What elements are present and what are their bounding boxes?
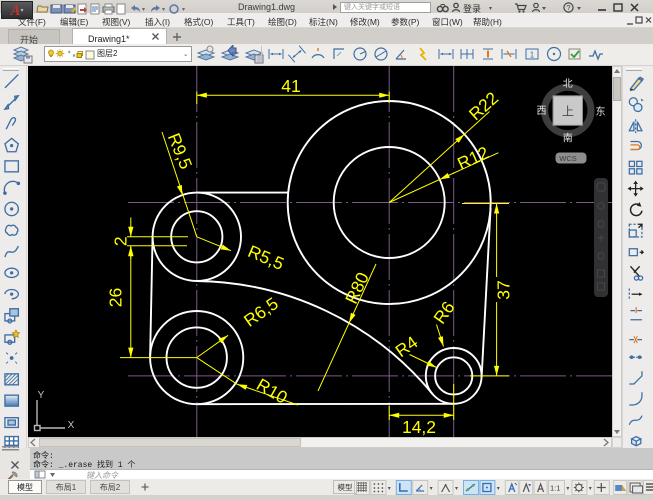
svg-text:1:1: 1:1: [550, 484, 560, 493]
svg-text:▾: ▾: [388, 486, 391, 492]
svg-text:WCS: WCS: [559, 154, 577, 163]
svg-text:▾: ▾: [566, 486, 569, 492]
svg-text:▾: ▾: [455, 486, 458, 492]
svg-text:37: 37: [494, 280, 514, 299]
svg-text:2: 2: [110, 236, 130, 246]
svg-text:1: 1: [530, 51, 535, 60]
svg-text:▾: ▾: [430, 486, 433, 492]
svg-text:41: 41: [281, 76, 300, 96]
svg-text:?: ?: [566, 3, 570, 12]
svg-text:南: 南: [563, 132, 573, 145]
svg-text:▾: ▾: [589, 486, 592, 492]
svg-text:▾: ▾: [497, 486, 500, 492]
svg-text:X: X: [68, 420, 75, 431]
svg-text:26: 26: [106, 288, 126, 307]
svg-text:上: 上: [562, 105, 574, 119]
svg-text:14,2: 14,2: [402, 417, 436, 437]
svg-text:北: 北: [563, 78, 573, 90]
svg-text:Y: Y: [38, 390, 45, 401]
svg-text:西: 西: [537, 106, 547, 117]
svg-text:东: 东: [596, 105, 606, 118]
